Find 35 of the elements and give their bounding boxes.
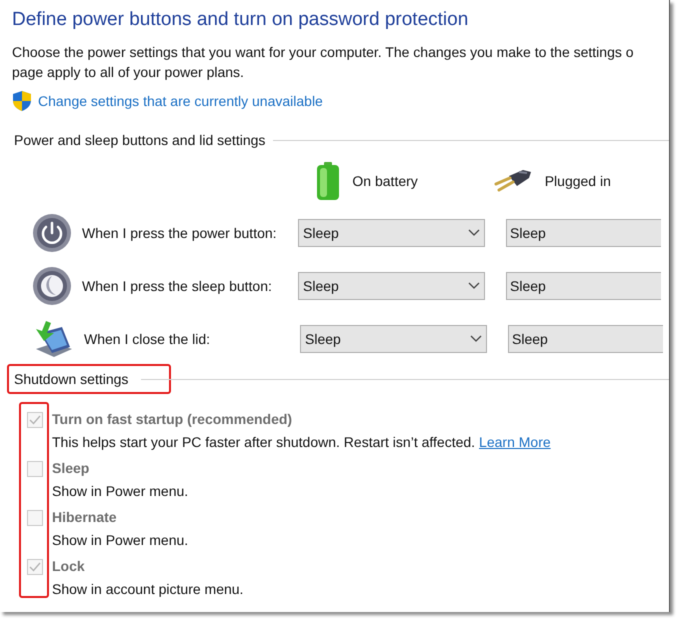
- dropdown[interactable]: Sleep: [298, 219, 485, 247]
- option-description: Show in Power menu.: [52, 531, 188, 550]
- check-icon: [29, 414, 41, 424]
- dropdown[interactable]: Sleep: [508, 325, 663, 353]
- moon-icon: [32, 266, 72, 306]
- power-icon: [32, 213, 72, 253]
- dropdown[interactable]: Sleep: [506, 219, 661, 247]
- description-text: Choose the power settings that you want for your computer. The changes you make to the settings o: [12, 44, 634, 61]
- option-description: Show in account picture menu.: [52, 580, 244, 599]
- option-label: Sleep: [52, 459, 90, 478]
- option-label: Lock: [52, 557, 85, 576]
- page-title: Define power buttons and turn on password protection: [11, 8, 470, 32]
- section-heading: Power and sleep buttons and lid settings: [14, 131, 266, 150]
- description-text: page apply to all of your power plans.: [12, 64, 244, 81]
- column-header: Plugged in: [544, 172, 611, 191]
- column-header: On battery: [352, 172, 418, 191]
- dropdown[interactable]: Sleep: [298, 272, 485, 300]
- section-heading: Shutdown settings: [14, 370, 128, 389]
- dropdown[interactable]: Sleep: [506, 272, 661, 300]
- caret-icon: [470, 335, 482, 343]
- row-label: When I press the power button:: [82, 224, 278, 243]
- option-label: Turn on fast startup (recommended): [52, 410, 292, 429]
- battery-icon: [316, 162, 340, 200]
- dropdown[interactable]: Sleep: [300, 325, 487, 353]
- change-settings-link[interactable]: Change settings that are currently unavailable: [38, 90, 323, 112]
- check-icon: [29, 562, 41, 572]
- option-label: Hibernate: [52, 508, 117, 527]
- plug-icon: [492, 168, 533, 194]
- row-label: When I press the sleep button:: [82, 276, 273, 296]
- caret-icon: [468, 282, 480, 290]
- row-label: When I close the lid:: [84, 330, 212, 348]
- option-description: This helps start your PC faster after shutdown. Restart isn’t affected.: [52, 433, 476, 452]
- option-description: Show in Power menu.: [52, 482, 188, 501]
- shield-icon: [12, 90, 32, 112]
- caret-icon: [468, 229, 480, 237]
